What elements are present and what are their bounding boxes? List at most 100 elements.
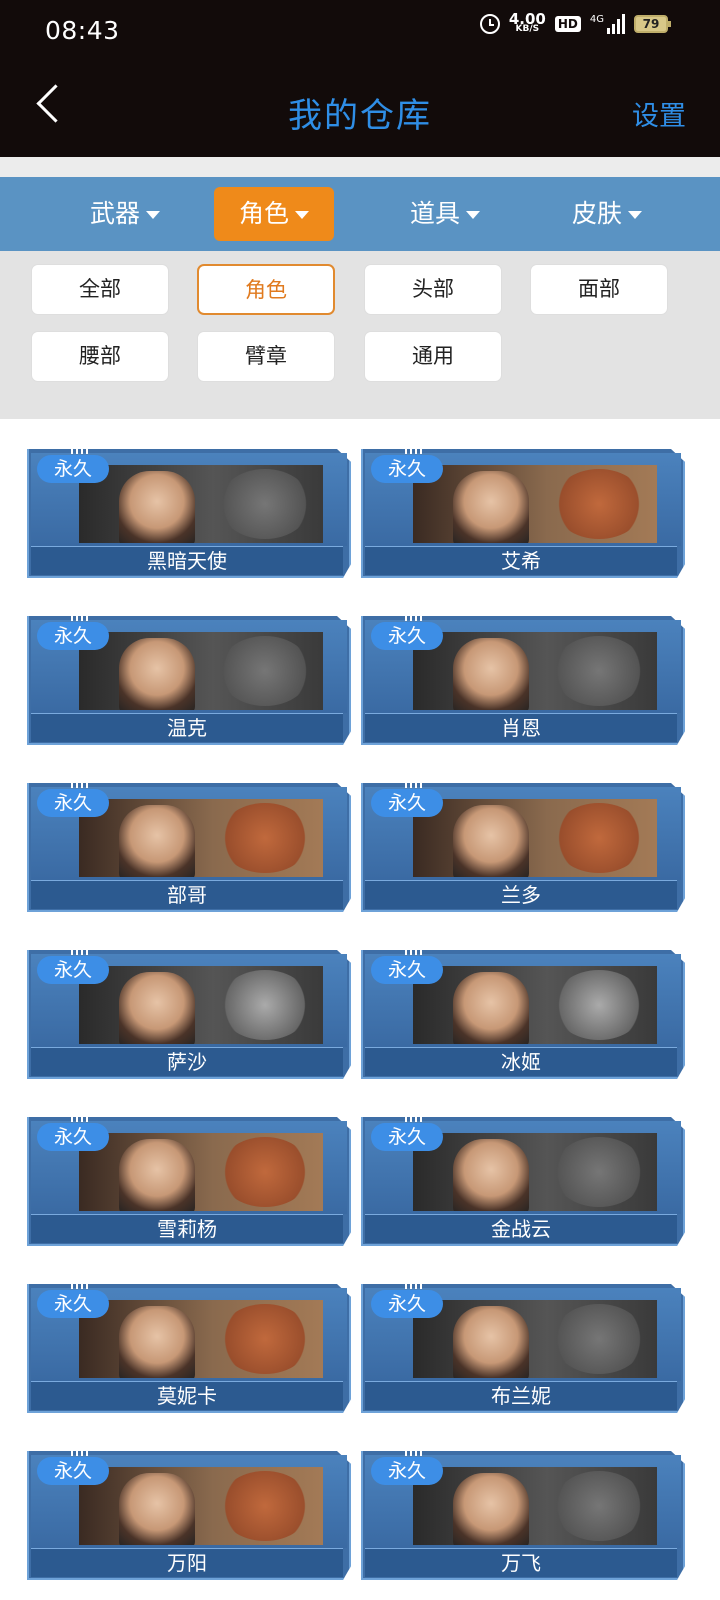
filter-all[interactable]: 全部	[31, 264, 169, 315]
card-artwork	[79, 1300, 323, 1378]
app-header: 我的仓库 设置	[0, 62, 720, 157]
character-card[interactable]: 永久 雪莉杨	[27, 1114, 351, 1246]
hd-icon: HD	[554, 16, 581, 32]
star-emblem-icon	[219, 970, 311, 1040]
filter-head[interactable]: 头部	[364, 264, 502, 315]
card-ticks	[405, 1114, 425, 1122]
duration-badge: 永久	[37, 956, 109, 984]
character-card[interactable]: 永久部哥	[27, 780, 351, 912]
fist-emblem-icon	[219, 1137, 311, 1207]
character-name: 金战云	[365, 1214, 677, 1243]
card-ticks	[71, 446, 91, 454]
character-card[interactable]: 永久肖恩	[361, 613, 685, 745]
filter-waist[interactable]: 腰部	[31, 331, 169, 382]
duration-badge: 永久	[37, 1290, 109, 1318]
character-card[interactable]: 永久莫妮卡	[27, 1281, 351, 1413]
wings-emblem-icon	[553, 636, 645, 706]
card-ticks	[405, 1281, 425, 1289]
filter-general[interactable]: 通用	[364, 331, 502, 382]
card-artwork	[413, 465, 657, 543]
card-artwork	[413, 966, 657, 1044]
character-portrait	[119, 1306, 195, 1378]
tab-weapons[interactable]: 武器	[70, 187, 180, 241]
character-card[interactable]: 永久黑暗天使	[27, 446, 351, 578]
character-portrait	[453, 805, 529, 877]
duration-badge: 永久	[371, 622, 443, 650]
header-divider	[0, 157, 720, 177]
card-ticks	[405, 613, 425, 621]
character-card[interactable]: 永久 温克	[27, 613, 351, 745]
character-name: 雪莉杨	[31, 1214, 343, 1243]
card-artwork	[79, 1467, 323, 1545]
wings-emblem-icon	[553, 1304, 645, 1374]
wings-emblem-icon	[553, 1471, 645, 1541]
tab-props[interactable]: 道具	[390, 187, 500, 241]
tab-skins[interactable]: 皮肤	[552, 187, 662, 241]
card-ticks	[405, 1448, 425, 1456]
character-name: 黑暗天使	[31, 546, 343, 575]
card-ticks	[71, 1448, 91, 1456]
tab-characters-label: 角色	[238, 199, 289, 228]
fist-emblem-icon	[219, 1471, 311, 1541]
wings-emblem-icon	[219, 469, 311, 539]
card-ticks	[71, 947, 91, 955]
tab-skins-label: 皮肤	[571, 199, 622, 228]
filter-character[interactable]: 角色	[197, 264, 335, 315]
character-name: 温克	[31, 713, 343, 742]
character-portrait	[119, 805, 195, 877]
fist-emblem-icon	[553, 469, 645, 539]
character-name: 兰多	[365, 880, 677, 909]
fist-emblem-icon	[219, 1304, 311, 1374]
wings-emblem-icon	[553, 1137, 645, 1207]
character-portrait	[119, 638, 195, 710]
character-card[interactable]: 永久兰多	[361, 780, 685, 912]
character-card[interactable]: 永久 萨沙	[27, 947, 351, 1079]
card-artwork	[413, 632, 657, 710]
duration-badge: 永久	[371, 1457, 443, 1485]
card-artwork	[79, 966, 323, 1044]
duration-badge: 永久	[371, 455, 443, 483]
filter-face[interactable]: 面部	[530, 264, 668, 315]
card-artwork	[79, 632, 323, 710]
card-artwork	[413, 1300, 657, 1378]
card-ticks	[71, 613, 91, 621]
character-name: 莫妮卡	[31, 1381, 343, 1410]
character-portrait	[453, 638, 529, 710]
settings-button[interactable]: 设置	[632, 94, 686, 133]
character-portrait	[453, 471, 529, 543]
category-tabs: 武器 角色 道具 皮肤	[0, 177, 720, 251]
duration-badge: 永久	[371, 1290, 443, 1318]
character-name: 冰姬	[365, 1047, 677, 1076]
character-name: 部哥	[31, 880, 343, 909]
dropdown-arrow-icon	[146, 211, 160, 219]
character-card[interactable]: 永久冰姬	[361, 947, 685, 1079]
character-name: 艾希	[365, 546, 677, 575]
dropdown-arrow-icon	[628, 211, 642, 219]
fist-emblem-icon	[553, 803, 645, 873]
wings-emblem-icon	[219, 636, 311, 706]
character-card[interactable]: 永久 万阳	[27, 1448, 351, 1580]
status-time: 08:43	[45, 16, 120, 45]
filter-armband[interactable]: 臂章	[197, 331, 335, 382]
character-card[interactable]: 永久 万飞	[361, 1448, 685, 1580]
filter-panel: 全部 角色 头部 面部 腰部 臂章 通用	[0, 251, 720, 419]
duration-badge: 永久	[371, 789, 443, 817]
character-card[interactable]: 永久 金战云	[361, 1114, 685, 1246]
character-name: 万阳	[31, 1548, 343, 1577]
duration-badge: 永久	[371, 956, 443, 984]
character-card[interactable]: 永久布兰妮	[361, 1281, 685, 1413]
character-card[interactable]: 永久艾希	[361, 446, 685, 578]
duration-badge: 永久	[37, 455, 109, 483]
character-portrait	[453, 1473, 529, 1545]
status-bar: 08:43 4.00 KB/S HD 4G 79	[0, 0, 720, 62]
character-name: 肖恩	[365, 713, 677, 742]
character-portrait	[119, 972, 195, 1044]
duration-badge: 永久	[37, 789, 109, 817]
tab-characters[interactable]: 角色	[214, 187, 334, 241]
status-icons: 4.00 KB/S HD 4G 79	[479, 12, 671, 34]
fist-emblem-icon	[219, 803, 311, 873]
alarm-icon	[479, 14, 500, 34]
card-artwork	[413, 1467, 657, 1545]
signal-icon: 4G	[590, 14, 625, 34]
character-name: 布兰妮	[365, 1381, 677, 1410]
